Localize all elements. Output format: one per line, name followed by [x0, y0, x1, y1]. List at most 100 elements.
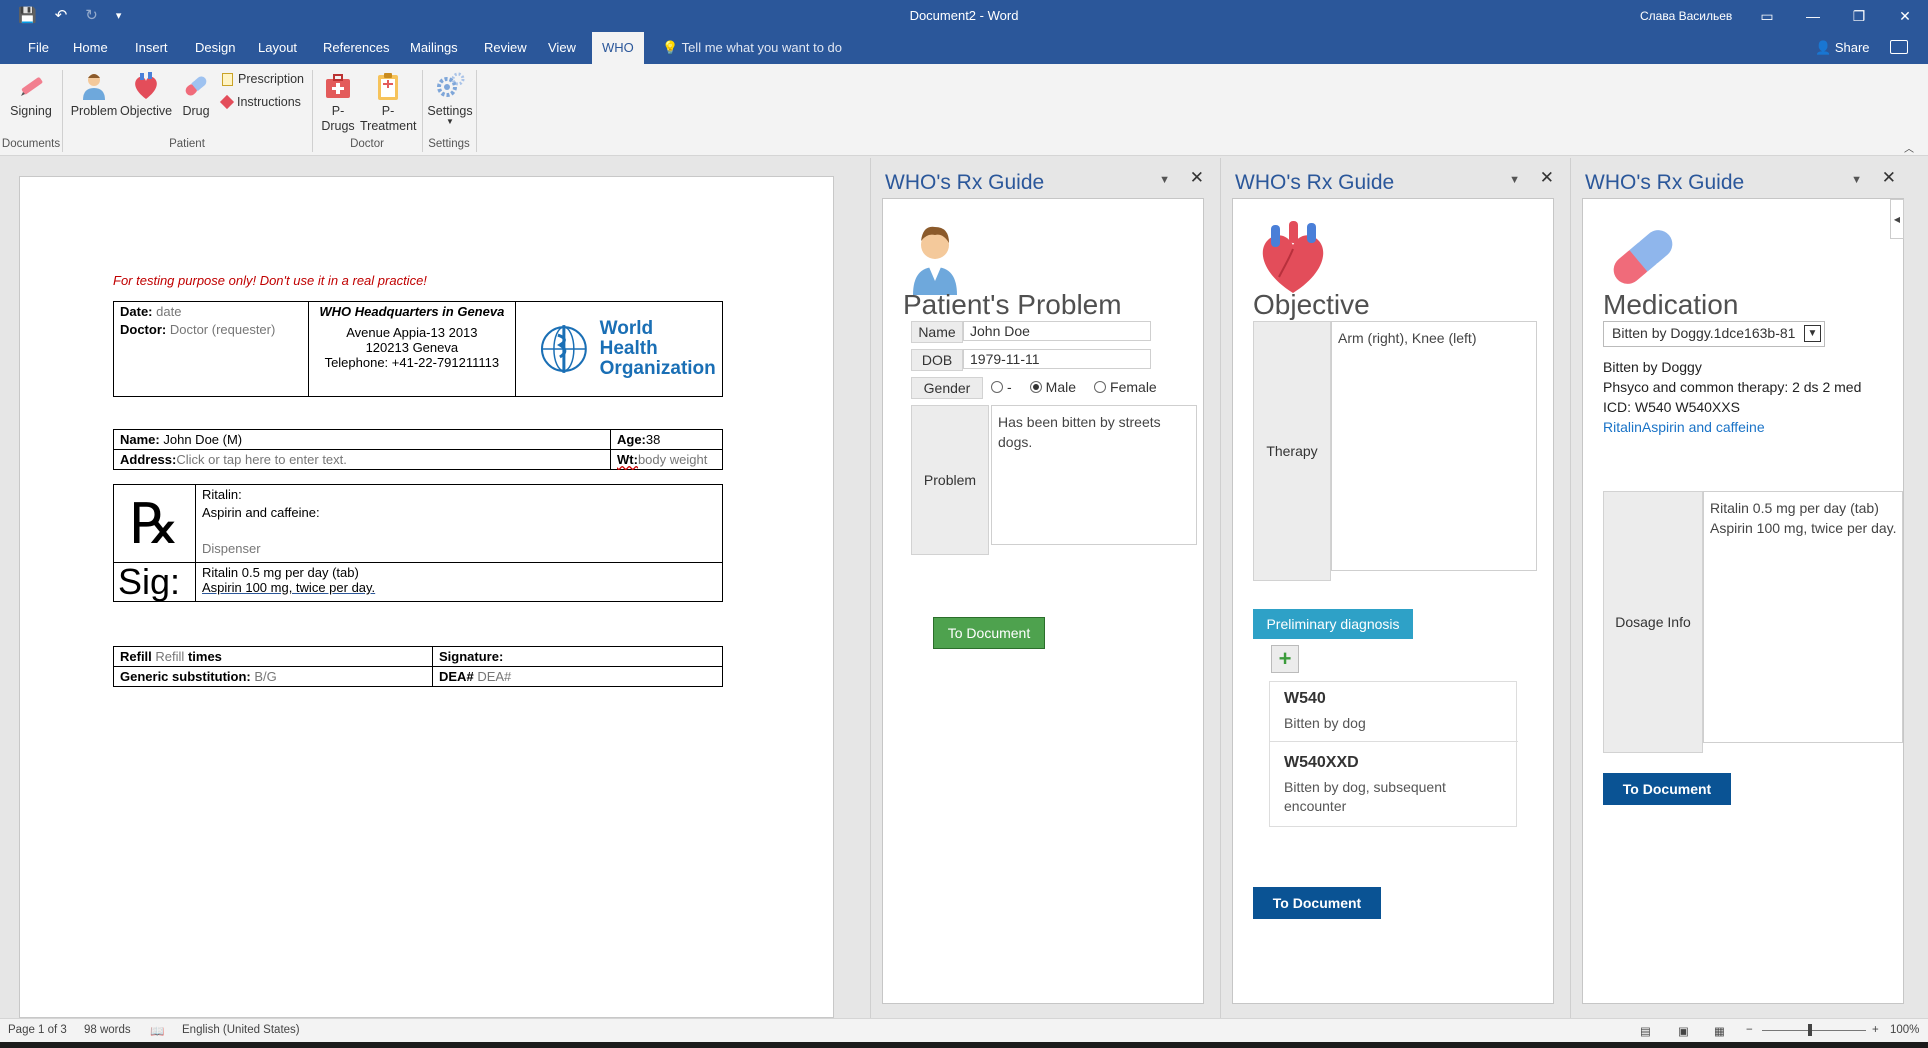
gender-option-none[interactable]: -: [991, 379, 1012, 395]
tab-view[interactable]: View: [538, 32, 586, 64]
tab-mailings[interactable]: Mailings: [400, 32, 468, 64]
to-document-button[interactable]: To Document: [1603, 773, 1731, 805]
prescription-button[interactable]: Prescription: [222, 72, 304, 86]
signature-cell[interactable]: Signature:: [432, 646, 723, 667]
pane-heading: Objective: [1253, 289, 1370, 320]
date-label: Date:: [120, 304, 153, 319]
zoom-level[interactable]: 100%: [1890, 1024, 1919, 1036]
refill-cell: Refill Refill times: [113, 646, 433, 667]
name-input[interactable]: John Doe: [963, 321, 1151, 341]
pane-body: Patient's Problem Name John Doe DOB 1979…: [882, 198, 1204, 1004]
collapse-ribbon-icon[interactable]: ︿: [1904, 140, 1914, 155]
p-drugs-button[interactable]: P- Drugs: [318, 70, 358, 134]
address-field[interactable]: Click or tap here to enter text.: [176, 452, 347, 467]
preliminary-diagnosis-button[interactable]: Preliminary diagnosis: [1253, 609, 1413, 639]
tab-home[interactable]: Home: [63, 32, 118, 64]
zoom-slider-thumb[interactable]: [1808, 1024, 1812, 1036]
dea-field[interactable]: DEA#: [477, 669, 511, 684]
icd-code: W540: [1284, 690, 1326, 707]
settings-button[interactable]: Settings ▼: [426, 70, 474, 126]
tab-review[interactable]: Review: [474, 32, 537, 64]
zoom-in-button[interactable]: +: [1872, 1024, 1879, 1036]
weight-field[interactable]: body weight: [638, 452, 707, 467]
window-title: Document2 - Word: [909, 8, 1019, 23]
diagnosis-select[interactable]: Bitten by Doggy.1dce163b-81 ▼: [1603, 321, 1825, 347]
sig-label: Sig:: [113, 562, 196, 602]
to-document-button[interactable]: To Document: [933, 617, 1045, 649]
heart-icon: [135, 72, 157, 99]
tab-file[interactable]: File: [18, 32, 59, 64]
therapy-textarea[interactable]: Arm (right), Knee (left): [1331, 321, 1537, 571]
page-count[interactable]: Page 1 of 3: [8, 1024, 67, 1036]
signing-button[interactable]: Signing: [8, 70, 54, 118]
tab-insert[interactable]: Insert: [125, 32, 178, 64]
sig-line-1[interactable]: Ritalin 0.5 mg per day (tab): [202, 565, 716, 580]
tab-design[interactable]: Design: [185, 32, 245, 64]
name-label: Name:: [120, 432, 160, 447]
refill-field[interactable]: Refill: [155, 649, 184, 664]
date-field[interactable]: date: [156, 304, 181, 319]
zoom-slider[interactable]: [1762, 1030, 1866, 1031]
rx-drug-2[interactable]: Aspirin and caffeine:: [202, 505, 716, 520]
language-indicator[interactable]: English (United States): [182, 1024, 300, 1036]
chevron-down-icon: ▼: [1804, 325, 1821, 342]
list-item[interactable]: W540XXD Bitten by dog, subsequent encoun…: [1270, 746, 1518, 824]
zoom-out-button[interactable]: −: [1746, 1024, 1753, 1036]
pane-options-icon[interactable]: ▼: [1159, 174, 1170, 186]
ribbon-display-button[interactable]: ▭: [1744, 0, 1790, 32]
patient-name-field[interactable]: John Doe (M): [163, 432, 242, 447]
pane-options-icon[interactable]: ▼: [1851, 174, 1862, 186]
dispenser-field[interactable]: Dispenser: [202, 541, 716, 556]
list-item[interactable]: W540 Bitten by dog: [1270, 682, 1518, 742]
refill-suffix: times: [187, 649, 222, 664]
instructions-button[interactable]: Instructions: [219, 94, 301, 110]
rx-drug-1[interactable]: Ritalin:: [202, 487, 716, 502]
pane-close-button[interactable]: ✕: [1540, 168, 1554, 188]
tab-who[interactable]: WHO: [592, 32, 644, 64]
task-pane-medication: WHO's Rx Guide ▼ ✕ Medication Bitten by …: [1570, 158, 1910, 1018]
dosage-textarea[interactable]: Ritalin 0.5 mg per day (tab) Aspirin 100…: [1703, 491, 1903, 743]
objective-button[interactable]: Objective: [120, 70, 172, 118]
close-button[interactable]: ✕: [1882, 0, 1928, 32]
user-name[interactable]: Слава Васильев: [1640, 9, 1732, 23]
sig-line-2[interactable]: Aspirin 100 mg, twice per day.: [202, 580, 716, 595]
minimize-button[interactable]: —: [1790, 0, 1836, 32]
pane-title: WHO's Rx Guide: [1585, 171, 1745, 194]
doctor-field[interactable]: Doctor (requester): [170, 322, 275, 337]
p-treatment-button[interactable]: P- Treatment: [360, 70, 417, 134]
comments-icon[interactable]: [1890, 40, 1908, 54]
clipboard-icon: [378, 73, 398, 100]
web-layout-icon[interactable]: ▦: [1714, 1024, 1725, 1038]
word-count[interactable]: 98 words: [84, 1024, 131, 1036]
tab-layout[interactable]: Layout: [248, 32, 307, 64]
share-button[interactable]: 👤 Share: [1815, 32, 1870, 64]
p-treatment-label: P- Treatment: [360, 104, 417, 133]
document-page[interactable]: For testing purpose only! Don't use it i…: [19, 176, 834, 1018]
generic-field[interactable]: B/G: [254, 669, 276, 684]
ribbon-tabs: File Home Insert Design Layout Reference…: [0, 32, 1928, 64]
pane-close-button[interactable]: ✕: [1190, 168, 1204, 188]
print-layout-icon[interactable]: ▣: [1678, 1024, 1689, 1038]
pane-close-button[interactable]: ✕: [1882, 168, 1896, 188]
pen-icon: [21, 77, 43, 96]
restore-button[interactable]: ❐: [1836, 0, 1882, 32]
add-code-button[interactable]: +: [1271, 645, 1299, 673]
problem-textarea[interactable]: Has been bitten by streets dogs.: [991, 405, 1197, 545]
dob-input[interactable]: 1979-11-11: [963, 349, 1151, 369]
medication-title: Bitten by Doggy: [1603, 359, 1702, 375]
gender-option-male[interactable]: Male: [1029, 379, 1076, 395]
to-document-button[interactable]: To Document: [1253, 887, 1381, 919]
read-mode-icon[interactable]: ▤: [1640, 1024, 1651, 1038]
tell-me-search[interactable]: 💡 Tell me what you want to do: [662, 32, 842, 64]
pane-options-icon[interactable]: ▼: [1509, 174, 1520, 186]
proofing-icon[interactable]: 📖: [150, 1024, 164, 1038]
patient-name-cell: Name: John Doe (M): [113, 429, 611, 450]
gender-option-female[interactable]: Female: [1094, 379, 1157, 395]
pane-scroll-arrow-icon[interactable]: ◀: [1890, 199, 1904, 239]
prescription-label: Prescription: [238, 72, 304, 86]
medication-link[interactable]: RitalinAspirin and caffeine: [1603, 417, 1861, 437]
age-field[interactable]: 38: [646, 432, 660, 447]
tab-references[interactable]: References: [313, 32, 399, 64]
problem-button[interactable]: Problem: [69, 70, 119, 118]
drug-button[interactable]: Drug: [176, 70, 216, 118]
